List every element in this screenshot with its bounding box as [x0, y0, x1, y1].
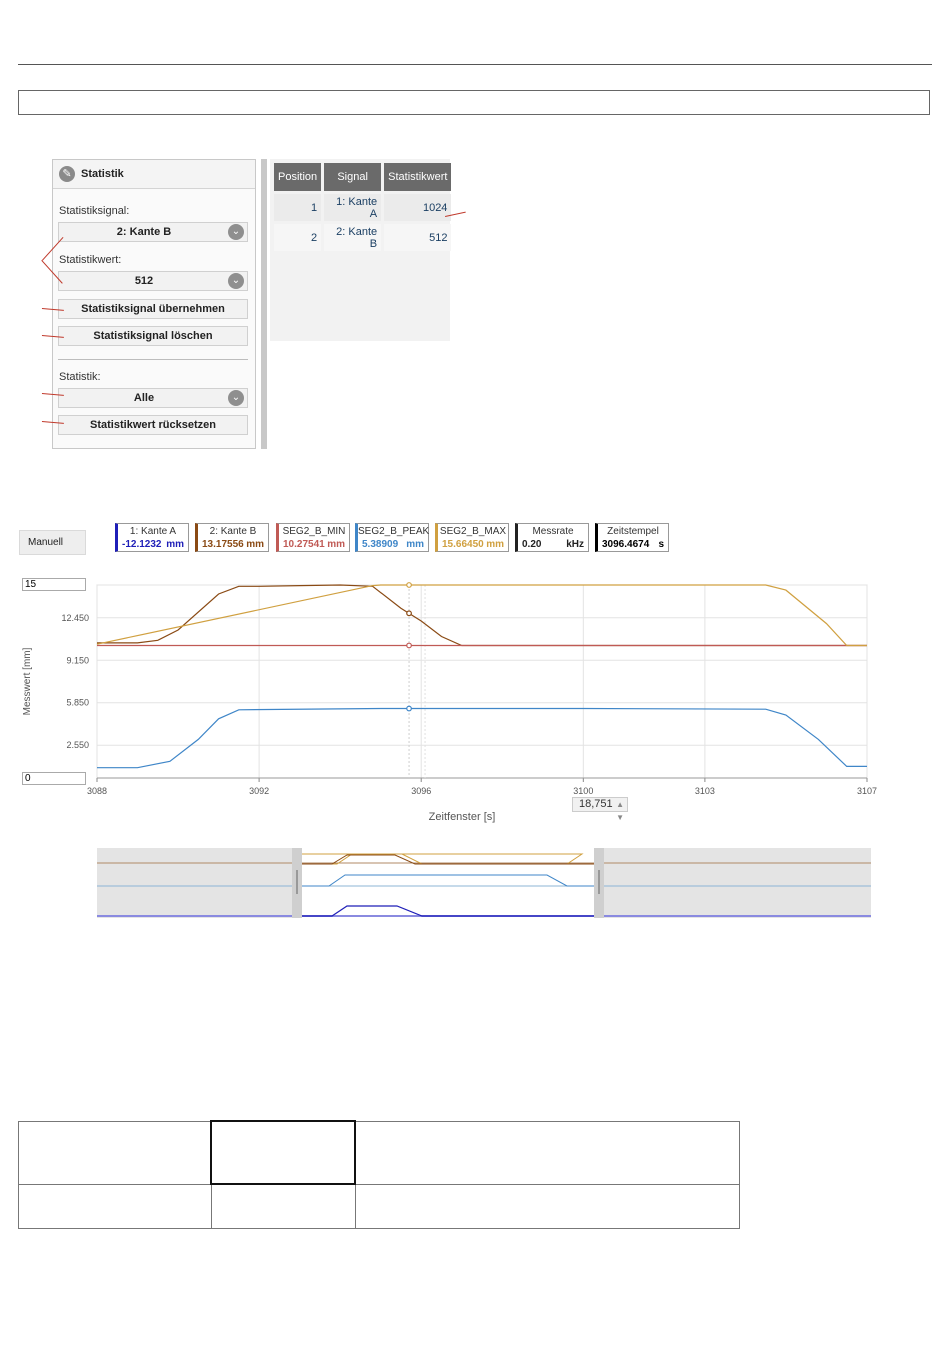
plot-area	[96, 584, 868, 779]
legend-box-3[interactable]: SEG2_B_PEAK 5.38909 mm	[355, 523, 429, 552]
y-min-input[interactable]	[22, 772, 86, 785]
legend-unit: mm	[486, 539, 504, 550]
y-tick-label: 9.150	[66, 655, 89, 665]
y-tick-label: 2.550	[66, 740, 89, 750]
statistik-label: Statistik:	[59, 371, 101, 383]
legend-unit: s	[658, 539, 664, 550]
table-cell	[18, 1183, 212, 1229]
cursor-marker-2	[406, 582, 412, 588]
legend-value: 10.27541	[283, 539, 325, 550]
x-axis-label: Zeitfenster [s]	[429, 811, 496, 823]
legend-box-1[interactable]: 2: Kante B 13.17556 mm	[195, 523, 269, 552]
y-max-input[interactable]	[22, 578, 86, 591]
legend-unit: mm	[246, 539, 264, 550]
table-cell	[210, 1183, 356, 1229]
mode-button[interactable]: Manuell	[19, 530, 86, 555]
legend-name: 2: Kante B	[209, 526, 257, 537]
time-window-spinner[interactable]: 18,751 ▲ ▼	[572, 797, 628, 822]
x-tick-label: 3100	[573, 786, 593, 796]
legend-unit: mm	[166, 539, 184, 550]
table-cell	[18, 1120, 212, 1185]
chevron-down-icon[interactable]: ⌄	[228, 390, 244, 406]
legend-name: SEG2_B_MAX	[439, 526, 507, 537]
y-tick-label: 12.450	[61, 613, 89, 623]
header-box	[18, 90, 930, 115]
statistikwert-select[interactable]: 512 ⌄	[58, 271, 248, 291]
legend-value: 15.66450	[442, 539, 484, 550]
legend-box-0[interactable]: 1: Kante A -12.1232 mm	[115, 523, 189, 552]
cell-position: 2	[274, 224, 322, 251]
y-tick-label: 5.850	[66, 698, 89, 708]
table-row[interactable]: 2 2: Kante B 512	[274, 224, 452, 251]
delete-signal-button[interactable]: Statistiksignal löschen	[58, 326, 248, 346]
table-cell	[210, 1120, 356, 1185]
legend-name: Zeitstempel	[607, 526, 659, 537]
table-row[interactable]: 1 1: Kante A 1024	[274, 194, 452, 221]
legend-name: Messrate	[532, 526, 574, 537]
statistik-panel: ✎ Statistik Statistiksignal: 2: Kante B …	[52, 159, 256, 449]
cell-signal: 2: Kante B	[324, 224, 382, 251]
panel-header: ✎ Statistik	[53, 160, 255, 189]
bottom-table	[18, 1120, 740, 1229]
x-tick-label: 3107	[857, 786, 877, 796]
legend-unit: kHz	[566, 539, 584, 550]
chevron-down-icon[interactable]: ⌄	[228, 273, 244, 289]
column-header-position[interactable]: Position	[274, 163, 322, 191]
statistiksignal-value: 2: Kante B	[116, 226, 172, 238]
column-header-signal[interactable]: Signal	[324, 163, 382, 191]
statistik-value: Alle	[133, 392, 155, 404]
pencil-icon[interactable]: ✎	[59, 166, 75, 182]
legend-value: -12.1232	[122, 539, 162, 550]
x-tick-label: 3103	[695, 786, 715, 796]
legend-value: 0.20	[522, 539, 542, 550]
spinner-arrows-icon[interactable]: ▲ ▼	[616, 798, 624, 824]
statistikwert-label: Statistikwert:	[59, 254, 122, 266]
legend-box-4[interactable]: SEG2_B_MAX 15.66450 mm	[435, 523, 509, 552]
chevron-down-icon[interactable]: ⌄	[228, 224, 244, 240]
table-cell	[354, 1183, 740, 1229]
statistikwert-value: 512	[134, 275, 154, 287]
panel-divider	[58, 359, 248, 360]
legend-value: 3096.4674	[602, 539, 650, 550]
apply-signal-button[interactable]: Statistiksignal übernehmen	[58, 299, 248, 319]
legend-name: 1: Kante A	[129, 526, 177, 537]
cursor-marker-0	[406, 610, 412, 617]
overview-navigator[interactable]	[97, 848, 871, 920]
y-axis-label: Messwert [mm]	[22, 647, 33, 715]
legend-name: SEG2_B_MIN	[282, 526, 346, 537]
table-cell	[354, 1120, 740, 1185]
x-tick-label: 3096	[411, 786, 431, 796]
x-tick-label: 3092	[249, 786, 269, 796]
cell-value: 512	[384, 224, 452, 251]
top-rule	[18, 64, 932, 65]
legend-value: 5.38909	[362, 539, 399, 550]
legend-unit: mm	[406, 539, 424, 550]
main-chart[interactable]: 3088 3092 3096 3100 3103 3107 2.550 5.850 9.150 1…	[18, 570, 890, 832]
cursor-marker-1	[406, 642, 412, 649]
column-header-statistikwert[interactable]: Statistikwert	[384, 163, 452, 191]
panel-scrollbar[interactable]	[261, 159, 267, 449]
legend-box-5[interactable]: Messrate 0.20 kHz	[515, 523, 589, 552]
legend-box-6[interactable]: Zeitstempel 3096.4674 s	[595, 523, 669, 552]
x-tick-label: 3088	[87, 786, 107, 796]
time-window-value: 18,751	[579, 798, 613, 810]
statistiksignal-label: Statistiksignal:	[59, 205, 130, 217]
legend-value: 13.17556	[202, 539, 244, 550]
reset-value-button[interactable]: Statistikwert rücksetzen	[58, 415, 248, 435]
cursor-marker-3	[406, 705, 412, 712]
panel-title: Statistik	[81, 168, 124, 180]
legend-unit: mm	[327, 539, 345, 550]
statistik-select[interactable]: Alle ⌄	[58, 388, 248, 408]
cell-position: 1	[274, 194, 322, 221]
statistics-table: Position Signal Statistikwert 1 1: Kante…	[271, 160, 454, 254]
cell-signal: 1: Kante A	[324, 194, 382, 221]
statistiksignal-select[interactable]: 2: Kante B ⌄	[58, 222, 248, 242]
legend-box-2[interactable]: SEG2_B_MIN 10.27541 mm	[276, 523, 350, 552]
cell-value: 1024	[384, 194, 452, 221]
legend-name: SEG2_B_PEAK	[358, 526, 430, 537]
